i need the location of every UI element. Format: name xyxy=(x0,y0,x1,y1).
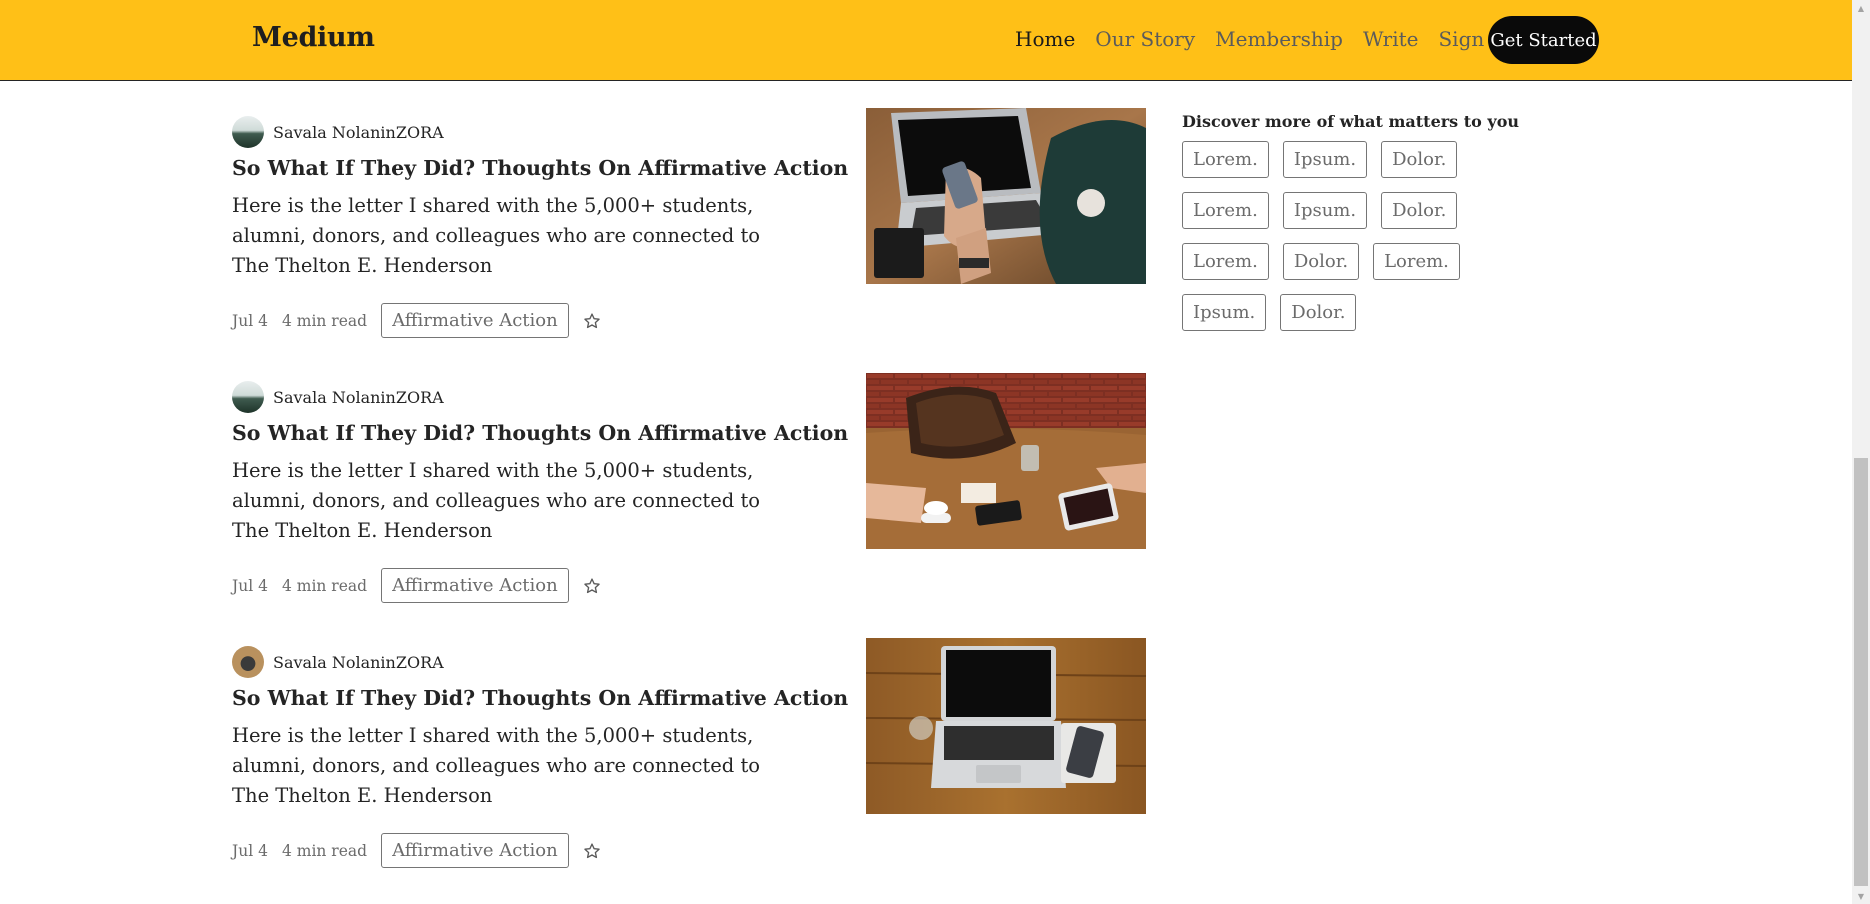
topic-chip[interactable]: Ipsum. xyxy=(1282,141,1368,178)
author-row: Savala NolaninZORA xyxy=(232,646,444,678)
article-meta: Jul 4 4 min read Affirmative Action xyxy=(232,568,601,603)
article-meta: Jul 4 4 min read Affirmative Action xyxy=(232,833,601,868)
scroll-down-icon[interactable]: ▼ xyxy=(1852,888,1870,904)
nav-membership[interactable]: Membership xyxy=(1215,27,1343,51)
topic-chip[interactable]: Dolor. xyxy=(1280,294,1357,331)
article-tag[interactable]: Affirmative Action xyxy=(381,833,569,868)
author-row: Savala NolaninZORA xyxy=(232,381,444,413)
article-excerpt[interactable]: Here is the letter I shared with the 5,0… xyxy=(232,721,792,811)
author-avatar[interactable] xyxy=(232,646,264,678)
article-meta: Jul 4 4 min read Affirmative Action xyxy=(232,303,601,338)
laptop-desk-photo[interactable] xyxy=(866,638,1146,814)
scrollbar-thumb[interactable] xyxy=(1854,458,1868,886)
vertical-scrollbar[interactable]: ▲ ▼ xyxy=(1852,0,1870,904)
main-nav: Home Our Story Membership Write Sign In xyxy=(1015,27,1531,51)
scroll-up-icon[interactable]: ▲ xyxy=(1852,0,1870,16)
star-icon[interactable] xyxy=(583,577,601,595)
article-date: Jul 4 xyxy=(232,311,268,330)
author-name[interactable]: Savala NolaninZORA xyxy=(273,123,444,142)
article-tag[interactable]: Affirmative Action xyxy=(381,568,569,603)
topic-chips: Lorem. Ipsum. Dolor. Lorem. Ipsum. Dolor… xyxy=(1182,141,1542,345)
author-avatar[interactable] xyxy=(232,381,264,413)
discover-title: Discover more of what matters to you xyxy=(1182,112,1519,131)
article-excerpt[interactable]: Here is the letter I shared with the 5,0… xyxy=(232,456,792,546)
topic-chip[interactable]: Ipsum. xyxy=(1182,294,1267,331)
article-tag[interactable]: Affirmative Action xyxy=(381,303,569,338)
topic-chip[interactable]: Dolor. xyxy=(1381,141,1458,178)
laptop-phone-photo[interactable] xyxy=(866,108,1146,284)
site-header: Medium Home Our Story Membership Write S… xyxy=(0,0,1852,81)
article-date: Jul 4 xyxy=(232,841,268,860)
medium-logo[interactable]: Medium xyxy=(252,22,375,53)
article-read-time: 4 min read xyxy=(281,311,368,330)
discover-sidebar: Discover more of what matters to you Lor… xyxy=(1182,112,1542,345)
article-title[interactable]: So What If They Did? Thoughts On Affirma… xyxy=(232,156,848,180)
get-started-button[interactable]: Get Started xyxy=(1488,16,1599,64)
nav-write[interactable]: Write xyxy=(1363,27,1419,51)
article-date: Jul 4 xyxy=(232,576,268,595)
article-read-time: 4 min read xyxy=(281,576,368,595)
author-name[interactable]: Savala NolaninZORA xyxy=(273,388,444,407)
author-name[interactable]: Savala NolaninZORA xyxy=(273,653,444,672)
nav-home[interactable]: Home xyxy=(1015,27,1075,51)
topic-chip[interactable]: Dolor. xyxy=(1381,192,1458,229)
article-read-time: 4 min read xyxy=(281,841,368,860)
topic-chip[interactable]: Lorem. xyxy=(1182,141,1269,178)
article-title[interactable]: So What If They Did? Thoughts On Affirma… xyxy=(232,421,848,445)
article-excerpt[interactable]: Here is the letter I shared with the 5,0… xyxy=(232,191,792,281)
topic-chip[interactable]: Lorem. xyxy=(1373,243,1460,280)
topic-chip[interactable]: Lorem. xyxy=(1182,243,1269,280)
author-row: Savala NolaninZORA xyxy=(232,116,444,148)
article-title[interactable]: So What If They Did? Thoughts On Affirma… xyxy=(232,686,848,710)
star-icon[interactable] xyxy=(583,842,601,860)
topic-chip[interactable]: Ipsum. xyxy=(1282,192,1368,229)
nav-our-story[interactable]: Our Story xyxy=(1095,27,1195,51)
meeting-table-photo[interactable] xyxy=(866,373,1146,549)
author-avatar[interactable] xyxy=(232,116,264,148)
topic-chip[interactable]: Dolor. xyxy=(1282,243,1360,280)
star-icon[interactable] xyxy=(583,312,601,330)
topic-chip[interactable]: Lorem. xyxy=(1182,192,1269,229)
